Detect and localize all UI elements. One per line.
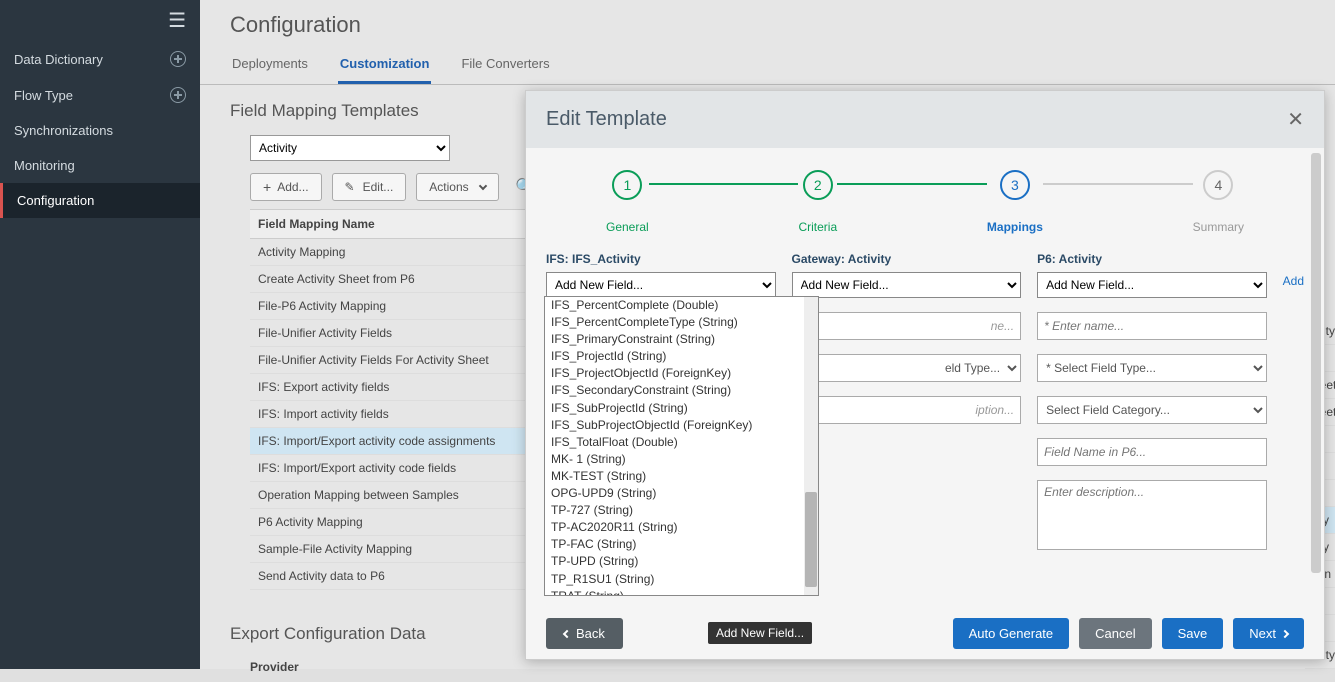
dropdown-scrollbar[interactable] — [804, 297, 818, 595]
hamburger-icon[interactable]: ☰ — [0, 0, 200, 41]
sidebar-item-label: Data Dictionary — [14, 52, 103, 67]
ifs-add-field-select[interactable]: Add New Field... — [546, 272, 776, 298]
actions-button[interactable]: Actions — [416, 173, 499, 201]
add-link[interactable]: Add — [1283, 252, 1304, 555]
dropdown-option[interactable]: TP-727 (String) — [545, 502, 818, 519]
dropdown-option[interactable]: IFS_SubProjectId (String) — [545, 400, 818, 417]
save-button[interactable]: Save — [1162, 618, 1224, 649]
p6-category-select[interactable]: Select Field Category... — [1037, 396, 1267, 424]
activity-type-select[interactable]: Activity — [250, 135, 450, 161]
tab-customization[interactable]: Customization — [338, 46, 432, 84]
next-button[interactable]: Next — [1233, 618, 1304, 649]
dropdown-option[interactable]: TP_R1SU1 (String) — [545, 571, 818, 588]
step-connector — [1043, 183, 1193, 185]
cancel-button[interactable]: Cancel — [1079, 618, 1151, 649]
gateway-type-select[interactable]: eld Type... — [792, 354, 1022, 382]
step-label: Mappings — [987, 220, 1043, 234]
step-circle: 4 — [1203, 170, 1233, 200]
plus-circle-icon[interactable] — [170, 87, 186, 103]
step-mappings[interactable]: 3 Mappings — [987, 170, 1043, 234]
p6-name-input[interactable] — [1037, 312, 1267, 340]
plus-circle-icon[interactable] — [170, 51, 186, 67]
step-circle: 2 — [803, 170, 833, 200]
step-label: Criteria — [798, 220, 837, 234]
dropdown-option[interactable]: IFS_ProjectId (String) — [545, 348, 818, 365]
dropdown-option[interactable]: IFS_SubProjectObjectId (ForeignKey) — [545, 417, 818, 434]
page-title: Configuration — [200, 0, 1335, 46]
col-p6-label: P6: Activity — [1037, 252, 1267, 266]
dropdown-option[interactable]: OPG-UPD9 (String) — [545, 485, 818, 502]
edit-template-modal: Edit Template ✕ 1 General 2 Criteria 3 Mappin… — [525, 90, 1325, 660]
back-button[interactable]: Back — [546, 618, 623, 649]
sidebar-item-synchronizations[interactable]: Synchronizations — [0, 113, 200, 148]
modal-title: Edit Template — [546, 108, 667, 131]
p6-fieldname-input[interactable] — [1037, 438, 1267, 466]
tabs-bar: Deployments Customization File Converters — [200, 46, 1335, 85]
gateway-desc-input[interactable] — [792, 396, 1022, 424]
dropdown-option[interactable]: MK-TEST (String) — [545, 468, 818, 485]
tooltip: Add New Field... — [708, 622, 812, 644]
dropdown-option[interactable]: TP-AC2020R11 (String) — [545, 519, 818, 536]
step-label: Summary — [1193, 220, 1244, 234]
dropdown-option[interactable]: TP-FAC (String) — [545, 536, 818, 553]
step-circle: 3 — [1000, 170, 1030, 200]
dropdown-option[interactable]: IFS_PercentCompleteType (String) — [545, 314, 818, 331]
dropdown-option[interactable]: IFS_PercentComplete (Double) — [545, 297, 818, 314]
tab-file-converters[interactable]: File Converters — [459, 46, 551, 84]
gateway-name-input[interactable] — [792, 312, 1022, 340]
dropdown-option[interactable]: IFS_TotalFloat (Double) — [545, 434, 818, 451]
tab-deployments[interactable]: Deployments — [230, 46, 310, 84]
sidebar-item-label: Synchronizations — [14, 123, 113, 138]
col-ifs-label: IFS: IFS_Activity — [546, 252, 776, 266]
step-summary[interactable]: 4 Summary — [1193, 170, 1244, 234]
dropdown-option[interactable]: TP-UPD (String) — [545, 553, 818, 570]
dropdown-option[interactable]: TRAT (String) — [545, 588, 818, 596]
sidebar-item-flow-type[interactable]: Flow Type — [0, 77, 200, 113]
modal-footer: Back Auto Generate Cancel Save Next — [526, 608, 1324, 659]
step-connector — [649, 183, 799, 185]
dropdown-option[interactable]: MK- 1 (String) — [545, 451, 818, 468]
sidebar: ☰ Data Dictionary Flow Type Synchronizatio… — [0, 0, 200, 669]
ifs-field-dropdown-panel: IFS_PercentComplete (Double)IFS_PercentC… — [544, 296, 819, 596]
dropdown-option[interactable]: IFS_PrimaryConstraint (String) — [545, 331, 818, 348]
sidebar-item-configuration[interactable]: Configuration — [0, 183, 200, 218]
step-general[interactable]: 1 General — [606, 170, 649, 234]
p6-desc-textarea[interactable] — [1037, 480, 1267, 550]
step-criteria[interactable]: 2 Criteria — [798, 170, 837, 234]
gateway-add-field-select[interactable]: Add New Field... — [792, 272, 1022, 298]
p6-add-field-select[interactable]: Add New Field... — [1037, 272, 1267, 298]
sidebar-item-label: Flow Type — [14, 88, 73, 103]
sidebar-item-data-dictionary[interactable]: Data Dictionary — [0, 41, 200, 77]
wizard-stepper: 1 General 2 Criteria 3 Mappings 4 Summary — [546, 162, 1304, 238]
col-gateway-label: Gateway: Activity — [792, 252, 1022, 266]
edit-button[interactable]: Edit... — [332, 173, 407, 201]
dropdown-option[interactable]: IFS_SecondaryConstraint (String) — [545, 382, 818, 399]
sidebar-item-label: Monitoring — [14, 158, 75, 173]
add-button[interactable]: Add... — [250, 173, 322, 201]
sidebar-item-label: Configuration — [17, 193, 94, 208]
dropdown-option[interactable]: IFS_ProjectObjectId (ForeignKey) — [545, 365, 818, 382]
sidebar-item-monitoring[interactable]: Monitoring — [0, 148, 200, 183]
p6-type-select[interactable]: * Select Field Type... — [1037, 354, 1267, 382]
step-circle: 1 — [612, 170, 642, 200]
step-connector — [837, 183, 987, 185]
step-label: General — [606, 220, 649, 234]
col-gateway: Gateway: Activity Add New Field... eld T… — [792, 252, 1022, 555]
auto-generate-button[interactable]: Auto Generate — [953, 618, 1070, 649]
modal-header: Edit Template ✕ — [526, 91, 1324, 148]
col-p6: P6: Activity Add New Field... * Select F… — [1037, 252, 1267, 555]
close-icon[interactable]: ✕ — [1287, 107, 1304, 132]
